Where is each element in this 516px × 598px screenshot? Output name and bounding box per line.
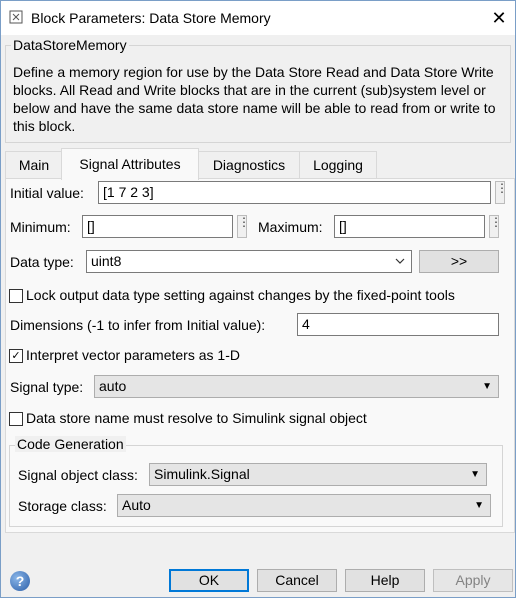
ok-button[interactable]: OK [169, 569, 249, 592]
data-type-assistant-button[interactable]: >> [419, 250, 499, 273]
signal-object-class-label: Signal object class: [18, 467, 138, 483]
minimum-menu-button[interactable]: ⋮ [237, 215, 250, 238]
dropdown-arrow-icon: ▼ [482, 381, 492, 392]
dropdown-arrow-icon: ▼ [470, 469, 480, 480]
data-type-select[interactable]: uint8 [86, 250, 412, 273]
minimum-label: Minimum: [10, 219, 71, 235]
initial-value-input[interactable]: [1 7 2 3] [98, 181, 491, 204]
minimum-input[interactable]: [] [82, 215, 233, 238]
dropdown-arrow-icon: ▼ [474, 500, 484, 511]
chevron-down-icon [395, 251, 405, 280]
dimensions-input[interactable]: 4 [297, 313, 499, 336]
data-type-label: Data type: [10, 254, 74, 270]
resolve-signal-object-checkbox[interactable] [9, 412, 23, 426]
maximum-menu-button[interactable]: ⋮ [489, 215, 502, 238]
title-bar: Block Parameters: Data Store Memory ✕ [1, 1, 515, 35]
interpret-vector-checkbox[interactable]: ✓ [9, 349, 23, 363]
help-icon[interactable]: ? [10, 571, 30, 591]
cancel-button[interactable]: Cancel [257, 569, 337, 592]
window-title: Block Parameters: Data Store Memory [31, 10, 271, 26]
close-icon[interactable]: ✕ [487, 6, 511, 30]
dialog-window: Block Parameters: Data Store Memory ✕ Da… [0, 0, 516, 598]
lock-data-type-label: Lock output data type setting against ch… [26, 287, 455, 303]
tab-logging[interactable]: Logging [299, 151, 377, 179]
apply-button[interactable]: Apply [433, 569, 513, 592]
storage-class-value: Auto [122, 497, 151, 513]
dimensions-label: Dimensions (-1 to infer from Initial val… [10, 317, 266, 333]
block-type-label: DataStoreMemory [11, 37, 129, 53]
code-generation-label: Code Generation [15, 436, 126, 452]
tab-diagnostics[interactable]: Diagnostics [197, 151, 301, 179]
matlab-app-icon [9, 10, 23, 24]
data-type-value: uint8 [91, 253, 122, 269]
resolve-signal-object-label: Data store name must resolve to Simulink… [26, 410, 367, 426]
signal-type-select[interactable]: auto ▼ [94, 375, 499, 398]
initial-value-label: Initial value: [10, 185, 84, 201]
maximum-input[interactable]: [] [334, 215, 485, 238]
storage-class-label: Storage class: [18, 498, 107, 514]
signal-type-label: Signal type: [10, 379, 84, 395]
maximum-label: Maximum: [258, 219, 323, 235]
interpret-vector-label: Interpret vector parameters as 1-D [26, 347, 240, 363]
lock-data-type-checkbox[interactable] [9, 289, 23, 303]
storage-class-select[interactable]: Auto ▼ [117, 494, 491, 517]
tab-signal-attributes[interactable]: Signal Attributes [61, 148, 199, 180]
initial-value-menu-button[interactable]: ⋮ [495, 181, 508, 204]
signal-object-class-select[interactable]: Simulink.Signal ▼ [149, 463, 487, 486]
help-button[interactable]: Help [345, 569, 425, 592]
signal-type-value: auto [99, 378, 127, 394]
tab-main[interactable]: Main [5, 151, 63, 179]
block-description: Define a memory region for use by the Da… [13, 64, 496, 134]
signal-object-class-value: Simulink.Signal [154, 466, 250, 482]
